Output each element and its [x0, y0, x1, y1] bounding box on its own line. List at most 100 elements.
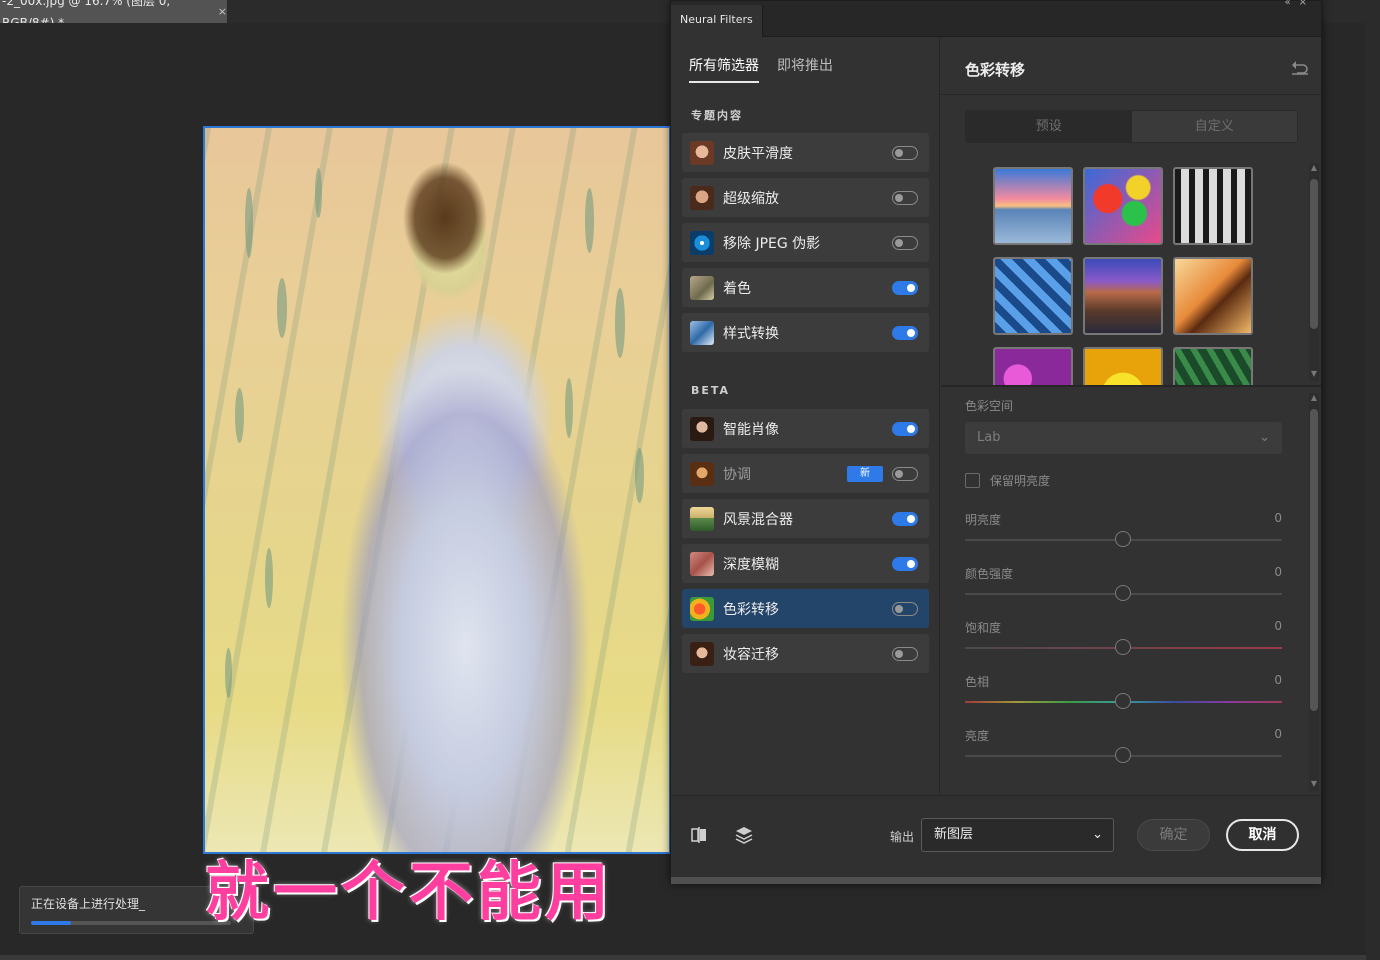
nf-titlebar[interactable]: Neural Filters «× [671, 0, 1321, 37]
right-panel-strip [1366, 0, 1380, 960]
filter-toggle[interactable] [892, 647, 918, 661]
preset-blue-feathers[interactable] [993, 257, 1073, 335]
slider-knob[interactable] [1115, 747, 1131, 763]
close-icon[interactable]: × [218, 1, 227, 23]
landscape-icon [690, 506, 714, 531]
filter-harmonization[interactable]: 协调 新 [682, 454, 929, 493]
ok-button[interactable]: 确定 [1137, 819, 1210, 851]
preserve-luminance-row[interactable]: 保留明亮度 [965, 472, 1282, 489]
before-after-icon[interactable] [689, 825, 709, 845]
segment-custom[interactable]: 自定义 [1131, 111, 1297, 142]
preset-scrollbar[interactable]: ▲ ▼ [1309, 163, 1319, 381]
preset-purple-flowers[interactable] [993, 347, 1073, 385]
filter-style-transfer[interactable]: 样式转换 [682, 313, 929, 352]
slider-knob[interactable] [1115, 693, 1131, 709]
preset-green-leaves[interactable] [1173, 347, 1253, 385]
filter-super-zoom[interactable]: 超级缩放 [682, 178, 929, 217]
filter-toggle[interactable] [892, 422, 918, 436]
neural-filters-window: Neural Filters «× 所有筛选器 即将推出 专题内容 皮肤平滑度 … [670, 0, 1322, 884]
color-space-value: Lab [977, 430, 1001, 445]
tab-all-filters[interactable]: 所有筛选器 [689, 55, 759, 83]
people-icon [690, 275, 714, 300]
filter-toggle[interactable] [892, 557, 918, 571]
overlay-caption: 就一个不能用 [205, 856, 613, 930]
document-canvas-image[interactable] [203, 126, 671, 854]
output-label: 输出 [890, 830, 915, 844]
compass-icon [690, 230, 714, 255]
slider-brightness: 亮度 0 [965, 727, 1282, 781]
window-controls[interactable]: «× [1284, 0, 1315, 8]
filter-depth-blur[interactable]: 深度模糊 [682, 544, 929, 583]
layers-icon[interactable] [734, 825, 754, 845]
filter-toggle[interactable] [892, 146, 918, 160]
style-icon [690, 320, 714, 345]
filter-jpeg-artifacts[interactable]: 移除 JPEG 伪影 [682, 223, 929, 262]
preset-arches-bw[interactable] [1173, 167, 1253, 245]
face-glasses-icon [690, 185, 714, 210]
filter-toggle[interactable] [892, 281, 918, 295]
scroll-up-icon[interactable]: ▲ [1309, 163, 1319, 173]
portrait-icon [690, 416, 714, 441]
filter-toggle[interactable] [892, 467, 918, 481]
slider-luminance: 明亮度 0 [965, 511, 1282, 565]
preset-abstract-paint[interactable] [1083, 167, 1163, 245]
slider-knob[interactable] [1115, 585, 1131, 601]
progress-fill [31, 921, 71, 925]
nf-window-title[interactable]: Neural Filters [671, 5, 763, 37]
filter-label: 皮肤平滑度 [723, 145, 793, 162]
preserve-luminance-checkbox[interactable] [965, 473, 980, 488]
filter-toggle[interactable] [892, 602, 918, 616]
slider-value: 0 [1274, 565, 1282, 579]
panel-header: 色彩转移 [941, 37, 1321, 95]
filter-toggle[interactable] [892, 236, 918, 250]
preset-yellow-flower[interactable] [1083, 347, 1163, 385]
filter-label: 着色 [723, 280, 751, 297]
segment-preset[interactable]: 预设 [966, 111, 1132, 142]
filter-landscape-mixer[interactable]: 风景混合器 [682, 499, 929, 538]
slider-knob[interactable] [1115, 639, 1131, 655]
slider-label: 颜色强度 [965, 567, 1014, 581]
scroll-thumb[interactable] [1310, 179, 1318, 329]
reset-icon[interactable] [1291, 59, 1309, 75]
preset-desert-road[interactable] [1083, 257, 1163, 335]
filter-label: 样式转换 [723, 325, 779, 342]
window-resize-bar[interactable] [671, 877, 1321, 884]
document-tab[interactable]: -2_00x.jpg @ 16.7% (图层 0, RGB/8#) * × [0, 0, 228, 30]
filter-toggle[interactable] [892, 326, 918, 340]
filter-skin-smoothing[interactable]: 皮肤平滑度 [682, 133, 929, 172]
preserve-luminance-label: 保留明亮度 [990, 474, 1051, 488]
filter-toggle[interactable] [892, 512, 918, 526]
color-transfer-icon [690, 596, 714, 621]
slider-saturation: 饱和度 0 [965, 619, 1282, 673]
filter-label: 移除 JPEG 伪影 [723, 235, 821, 252]
filter-makeup-transfer[interactable]: 妆容迁移 [682, 634, 929, 673]
collapse-icon[interactable]: « [1284, 0, 1298, 8]
cancel-button[interactable]: 取消 [1226, 819, 1299, 851]
scroll-thumb[interactable] [1310, 409, 1318, 711]
filter-color-transfer[interactable]: 色彩转移 [682, 589, 929, 628]
color-space-dropdown[interactable]: Lab ⌄ [965, 422, 1282, 454]
color-transfer-settings: 色彩空间 Lab ⌄ 保留明亮度 明亮度 0 颜色强度 0 饱和度 0 色相 0… [965, 397, 1282, 781]
scroll-up-icon[interactable]: ▲ [1309, 393, 1319, 403]
makeup-icon [690, 641, 714, 666]
harmonize-icon [690, 461, 714, 486]
output-value: 新图层 [934, 827, 974, 842]
preset-sunset-lake[interactable] [993, 167, 1073, 245]
scroll-down-icon[interactable]: ▼ [1309, 369, 1319, 379]
output-dropdown[interactable]: 新图层 ⌄ [921, 818, 1114, 852]
filter-toggle[interactable] [892, 191, 918, 205]
slider-label: 明亮度 [965, 513, 1002, 527]
preset-grid [941, 155, 1321, 385]
filter-smart-portrait[interactable]: 智能肖像 [682, 409, 929, 448]
close-icon[interactable]: × [1299, 0, 1315, 8]
slider-knob[interactable] [1115, 531, 1131, 547]
preset-skater-orange[interactable] [1173, 257, 1253, 335]
filter-label: 超级缩放 [723, 190, 779, 207]
scroll-down-icon[interactable]: ▼ [1309, 779, 1319, 789]
settings-scrollbar[interactable]: ▲ ▼ [1309, 393, 1319, 791]
tab-coming-soon[interactable]: 即将推出 [777, 55, 833, 83]
filter-colorize[interactable]: 着色 [682, 268, 929, 307]
filter-label: 深度模糊 [723, 556, 779, 573]
filter-label: 智能肖像 [723, 421, 779, 438]
panel-divider [941, 385, 1321, 387]
